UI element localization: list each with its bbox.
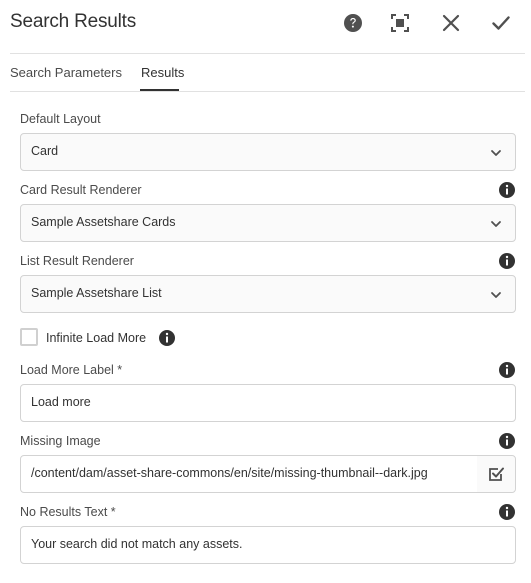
no-results-text-input[interactable]: Your search did not match any assets.: [20, 526, 516, 564]
checkmark-icon: [492, 16, 510, 30]
card-renderer-label: Card Result Renderer: [20, 183, 142, 197]
question-circle-icon: [344, 14, 362, 32]
close-button[interactable]: [437, 9, 465, 37]
no-results-text-value: Your search did not match any assets.: [31, 537, 243, 551]
card-renderer-select[interactable]: Sample Assetshare Cards: [20, 204, 516, 242]
default-layout-select[interactable]: Card: [20, 133, 516, 171]
close-icon: [442, 14, 460, 32]
list-renderer-label: List Result Renderer: [20, 254, 134, 268]
dialog-title: Search Results: [10, 11, 137, 32]
info-icon[interactable]: [158, 329, 176, 347]
missing-image-label: Missing Image: [20, 434, 101, 448]
list-renderer-value: Sample Assetshare List: [31, 286, 162, 300]
tabs-divider: [10, 91, 525, 92]
fullscreen-button[interactable]: [386, 9, 414, 37]
card-renderer-value: Sample Assetshare Cards: [31, 215, 176, 229]
info-icon[interactable]: [498, 181, 516, 199]
chevron-down-icon: [491, 221, 501, 227]
tab-bar: Search Parameters Results: [0, 60, 531, 92]
tab-search-parameters[interactable]: Search Parameters: [10, 65, 122, 80]
help-button[interactable]: [339, 9, 367, 37]
no-results-text-label: No Results Text *: [20, 505, 116, 519]
missing-image-value: /content/dam/asset-share-commons/en/site…: [31, 466, 428, 480]
info-icon[interactable]: [498, 432, 516, 450]
load-more-label-input[interactable]: Load more: [20, 384, 516, 422]
missing-image-pathfield: /content/dam/asset-share-commons/en/site…: [20, 455, 516, 493]
load-more-label-label: Load More Label *: [20, 363, 123, 377]
select-checkbox-icon: [489, 467, 504, 481]
tab-results[interactable]: Results: [141, 65, 184, 80]
default-layout-label: Default Layout: [20, 112, 101, 126]
info-icon[interactable]: [498, 503, 516, 521]
confirm-button[interactable]: [487, 9, 515, 37]
chevron-down-icon: [491, 292, 501, 298]
browse-path-button[interactable]: [477, 456, 515, 492]
infinite-load-label[interactable]: Infinite Load More: [46, 331, 146, 345]
header-divider: [10, 53, 525, 54]
load-more-label-value: Load more: [31, 395, 91, 409]
default-layout-value: Card: [31, 144, 59, 158]
chevron-down-icon: [491, 150, 501, 156]
info-icon[interactable]: [498, 252, 516, 270]
missing-image-input[interactable]: /content/dam/asset-share-commons/en/site…: [21, 456, 478, 492]
list-renderer-select[interactable]: Sample Assetshare List: [20, 275, 516, 313]
dialog-header: Search Results: [0, 0, 531, 46]
infinite-load-checkbox[interactable]: [20, 328, 38, 346]
info-icon[interactable]: [498, 361, 516, 379]
fullscreen-icon: [391, 14, 409, 32]
